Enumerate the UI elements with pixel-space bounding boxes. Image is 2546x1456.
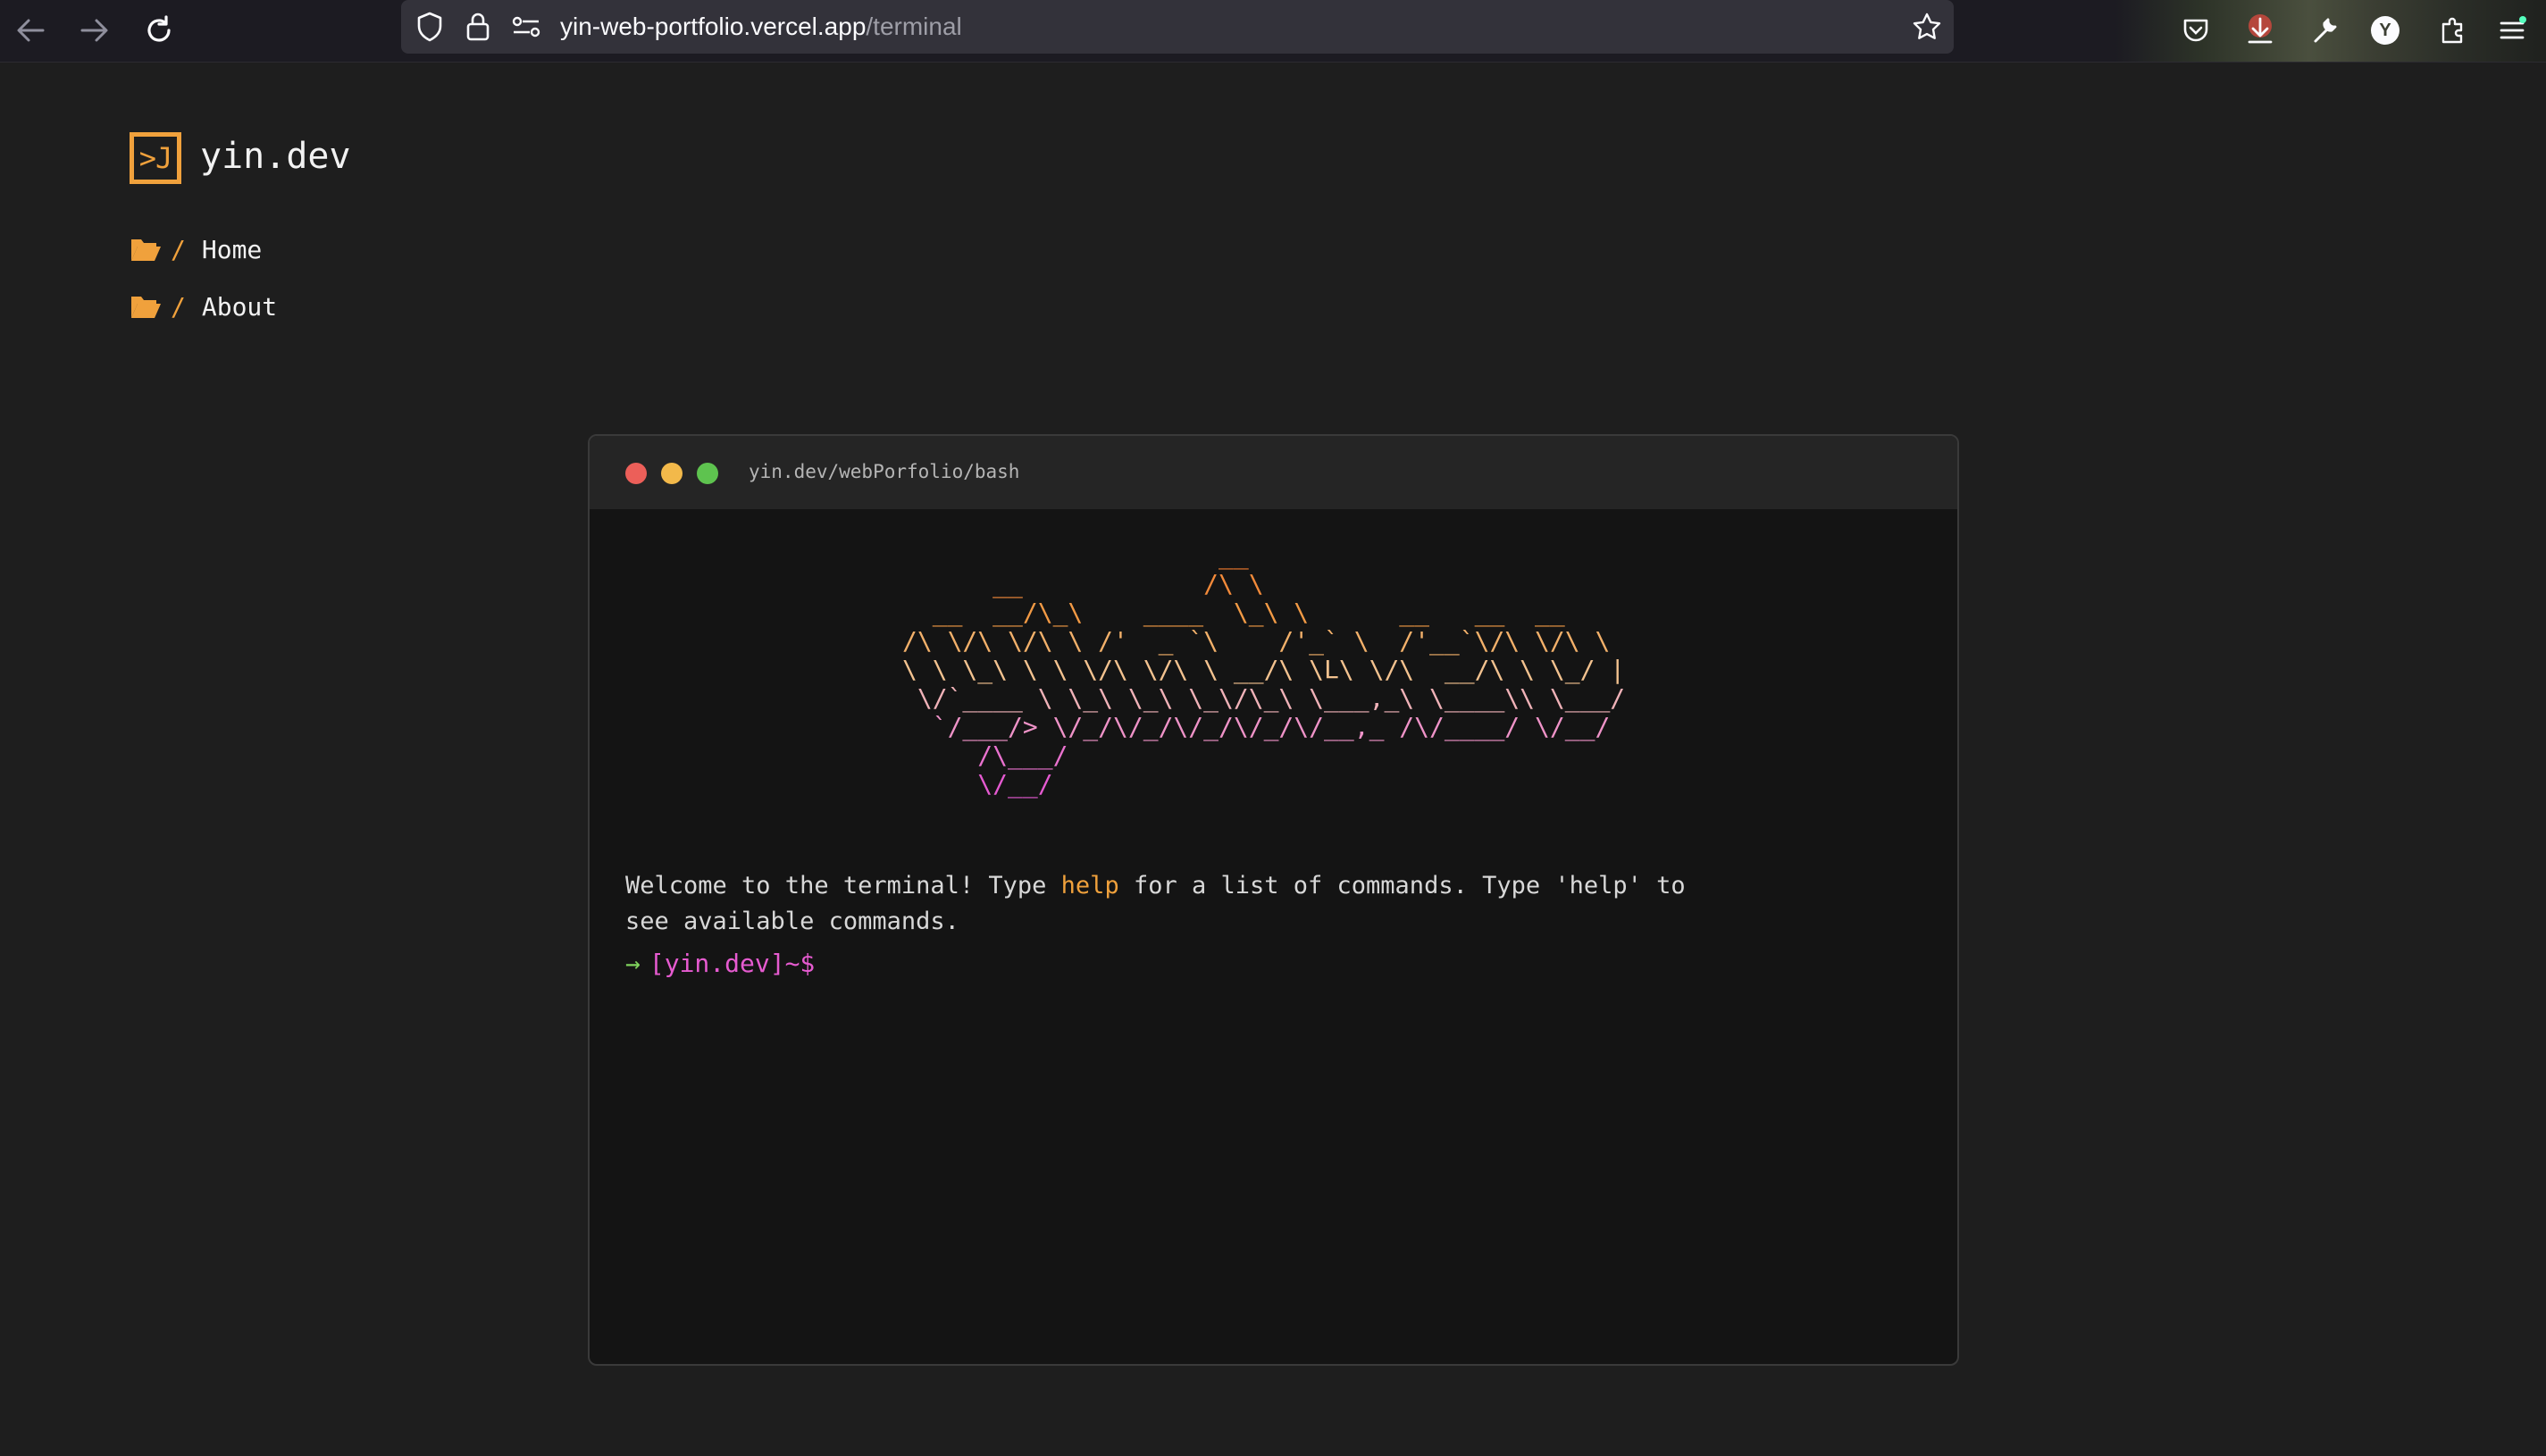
extensions-icon[interactable] xyxy=(2432,9,2475,52)
shield-icon[interactable] xyxy=(412,9,448,45)
url-text[interactable]: yin-web-portfolio.vercel.app/terminal xyxy=(560,13,962,41)
ascii-line: __ /\ \ xyxy=(902,569,1264,598)
welcome-text: for a list of commands. Type 'help' to xyxy=(1118,872,1686,900)
terminal-title: yin.dev/webPorfolio/bash xyxy=(749,461,1020,482)
folder-open-icon xyxy=(130,293,162,320)
ascii-line: `/___/> \/_/\/_/\/_/\/_/\/__,_ /\/____/ … xyxy=(902,712,1611,741)
permissions-icon[interactable] xyxy=(508,9,544,45)
ascii-line: __ __/\_\ ____ \_\ \ __ __ __ xyxy=(902,598,1565,627)
ascii-line: \/__/ xyxy=(902,769,1053,799)
pocket-icon[interactable] xyxy=(2174,9,2217,52)
prompt-arrow-icon: → xyxy=(625,949,641,978)
ascii-line: \/`____ \ \_\ \_\ \_\/\_\ \___,_\ \____\… xyxy=(902,683,1626,713)
nav-item-home[interactable]: / Home xyxy=(130,230,262,268)
ascii-line: __ xyxy=(902,540,1249,570)
forward-icon[interactable] xyxy=(70,5,120,55)
toolbar-right: Y xyxy=(2115,0,2546,62)
back-icon[interactable] xyxy=(5,5,55,55)
ascii-line: /\___/ xyxy=(902,741,1068,770)
nav-slash: / xyxy=(171,291,186,322)
welcome-message-line2: see available commands. xyxy=(625,908,959,935)
ascii-banner: __ __ /\ \ __ __/\_\ ____ \_\ \ __ __ __… xyxy=(902,541,1625,799)
ascii-line: \ \ \_\ \ \ \/\ \/\ \ __/\ \L\ \/\ __/\ … xyxy=(902,655,1626,684)
bookmark-star-icon[interactable] xyxy=(1909,9,1945,45)
welcome-message: Welcome to the terminal! Type help for a… xyxy=(625,872,1686,900)
url-bar[interactable]: yin-web-portfolio.vercel.app/terminal xyxy=(401,0,1954,54)
terminal-titlebar: yin.dev/webPorfolio/bash xyxy=(590,436,1957,509)
nav-label-about: About xyxy=(201,291,278,322)
lock-icon[interactable] xyxy=(460,9,496,45)
account-initial: Y xyxy=(2371,16,2399,45)
prompt-text: [yin.dev]~$ xyxy=(649,949,816,978)
minimize-dot[interactable] xyxy=(661,463,683,484)
browser-toolbar: yin-web-portfolio.vercel.app/terminal Y xyxy=(0,0,2546,63)
nav-slash: / xyxy=(171,234,186,264)
menu-icon[interactable] xyxy=(2491,9,2533,52)
nav-label-home: Home xyxy=(201,234,263,264)
welcome-text: Welcome to the terminal! Type xyxy=(625,872,1061,900)
folder-open-icon xyxy=(130,236,162,263)
help-keyword: help xyxy=(1060,872,1119,900)
site-logo[interactable]: >J xyxy=(130,132,181,184)
command-prompt[interactable]: → [yin.dev]~$ xyxy=(625,949,815,978)
close-dot[interactable] xyxy=(625,463,647,484)
reload-icon[interactable] xyxy=(134,5,184,55)
site-title[interactable]: yin.dev xyxy=(200,136,351,177)
url-host: yin-web-portfolio.vercel.app xyxy=(560,13,867,40)
account-icon[interactable]: Y xyxy=(2364,9,2407,52)
ascii-line: /\ \/\ \/\ \ /' _ `\ /'_` \ /'__`\/\ \/\… xyxy=(902,626,1611,656)
terminal-window[interactable]: yin.dev/webPorfolio/bash __ __ /\ \ __ _… xyxy=(588,434,1959,1366)
download-icon[interactable] xyxy=(2239,9,2282,52)
nav-item-about[interactable]: / About xyxy=(130,288,277,325)
url-path: /terminal xyxy=(866,13,962,40)
wrench-icon[interactable] xyxy=(2303,9,2346,52)
maximize-dot[interactable] xyxy=(697,463,718,484)
